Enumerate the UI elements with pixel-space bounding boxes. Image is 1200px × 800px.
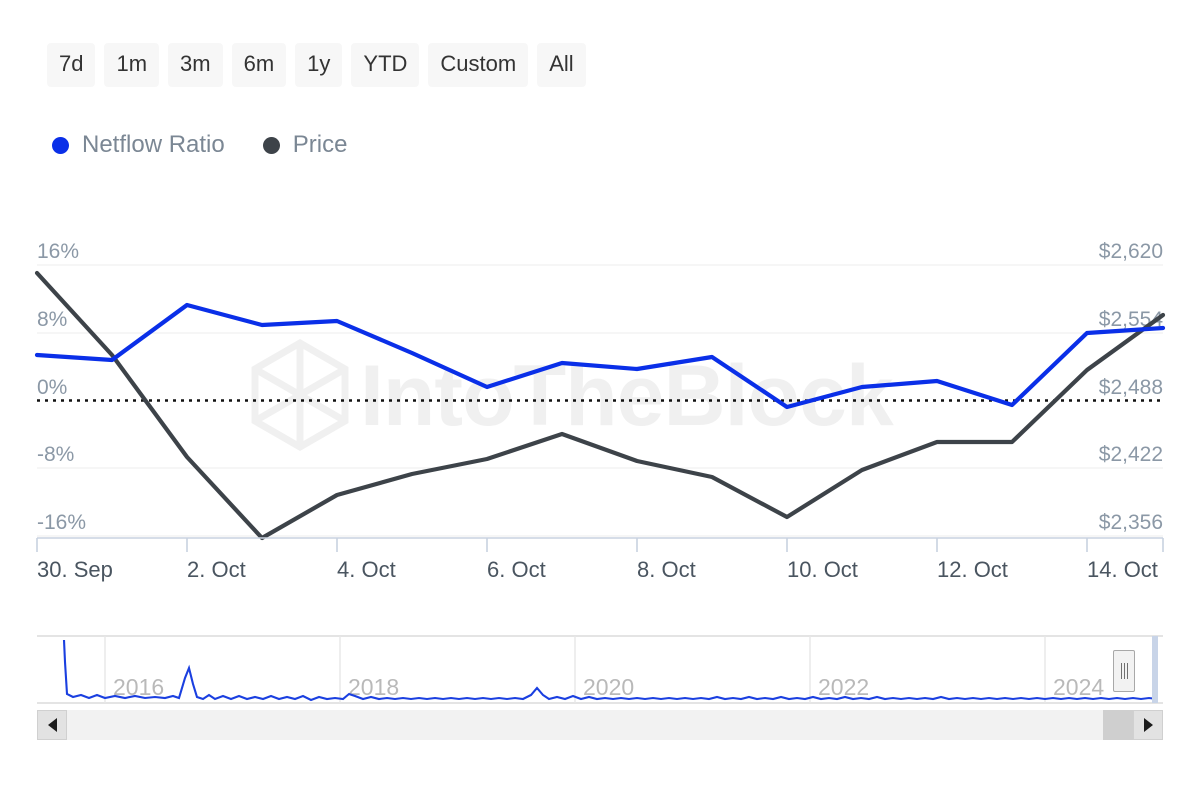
watermark-text: IntoTheBlock xyxy=(360,348,894,444)
watermark: IntoTheBlock xyxy=(255,343,894,447)
x-axis-label-14-oct: 14. Oct xyxy=(1087,557,1158,582)
x-axis-label-4-oct: 4. Oct xyxy=(337,557,396,582)
chart-navigator[interactable]: 2016 2018 2020 2022 2024 xyxy=(37,622,1163,704)
range-button-7d[interactable]: 7d xyxy=(47,43,95,87)
legend-label-price: Price xyxy=(293,133,348,157)
range-button-3m[interactable]: 3m xyxy=(168,43,223,87)
x-axis-label-30-sep: 30. Sep xyxy=(37,557,113,582)
range-button-all[interactable]: All xyxy=(537,43,585,87)
arrow-left-icon xyxy=(48,718,57,732)
y-axis-left-label-16: 16% xyxy=(37,240,79,263)
x-axis-label-6-oct: 6. Oct xyxy=(487,557,546,582)
navigator-year-2020: 2020 xyxy=(583,674,634,700)
scroll-left-button[interactable] xyxy=(37,710,67,740)
scrollbar-thumb[interactable] xyxy=(1103,710,1133,740)
circle-marker-icon xyxy=(263,137,280,154)
range-button-1m[interactable]: 1m xyxy=(104,43,159,87)
range-button-ytd[interactable]: YTD xyxy=(351,43,419,87)
x-axis-label-2-oct: 2. Oct xyxy=(187,557,246,582)
range-button-6m[interactable]: 6m xyxy=(232,43,287,87)
legend-item-netflow-ratio[interactable]: Netflow Ratio xyxy=(52,133,225,157)
chart-plot-area[interactable]: IntoTheBlock 16% 8% 0% -8% -16% $2,620 $… xyxy=(0,225,1200,595)
grip-line-icon xyxy=(1127,663,1128,679)
navigator-right-handle[interactable] xyxy=(1113,650,1135,692)
y-axis-right-label-2620: $2,620 xyxy=(1099,240,1163,263)
range-selector[interactable]: 7d 1m 3m 6m 1y YTD Custom All xyxy=(47,43,586,87)
y-axis-right-label-2488: $2,488 xyxy=(1099,376,1163,399)
y-axis-right-label-2422: $2,422 xyxy=(1099,443,1163,466)
circle-marker-icon xyxy=(52,137,69,154)
x-axis-label-10-oct: 10. Oct xyxy=(787,557,858,582)
x-axis-label-12-oct: 12. Oct xyxy=(937,557,1008,582)
arrow-right-icon xyxy=(1144,718,1153,732)
range-button-custom[interactable]: Custom xyxy=(428,43,528,87)
hexagon-logo-icon xyxy=(255,343,345,447)
x-axis-label-8-oct: 8. Oct xyxy=(637,557,696,582)
scroll-right-button[interactable] xyxy=(1133,710,1163,740)
range-button-1y[interactable]: 1y xyxy=(295,43,342,87)
chart-legend: Netflow Ratio Price xyxy=(52,133,347,157)
y-axis-left-label-minus8: -8% xyxy=(37,443,74,466)
y-axis-left-label-8: 8% xyxy=(37,308,67,331)
y-axis-left-label-minus16: -16% xyxy=(37,511,86,534)
grip-line-icon xyxy=(1124,663,1125,679)
legend-item-price[interactable]: Price xyxy=(263,133,348,157)
legend-label-netflow-ratio: Netflow Ratio xyxy=(82,133,225,157)
y-axis-right-label-2356: $2,356 xyxy=(1099,511,1163,534)
navigator-scrollbar[interactable] xyxy=(37,710,1163,740)
grip-line-icon xyxy=(1121,663,1122,679)
navigator-year-2022: 2022 xyxy=(818,674,869,700)
scrollbar-track[interactable] xyxy=(67,710,1133,740)
navigator-year-2024: 2024 xyxy=(1053,674,1104,700)
y-axis-left-label-0: 0% xyxy=(37,376,67,399)
